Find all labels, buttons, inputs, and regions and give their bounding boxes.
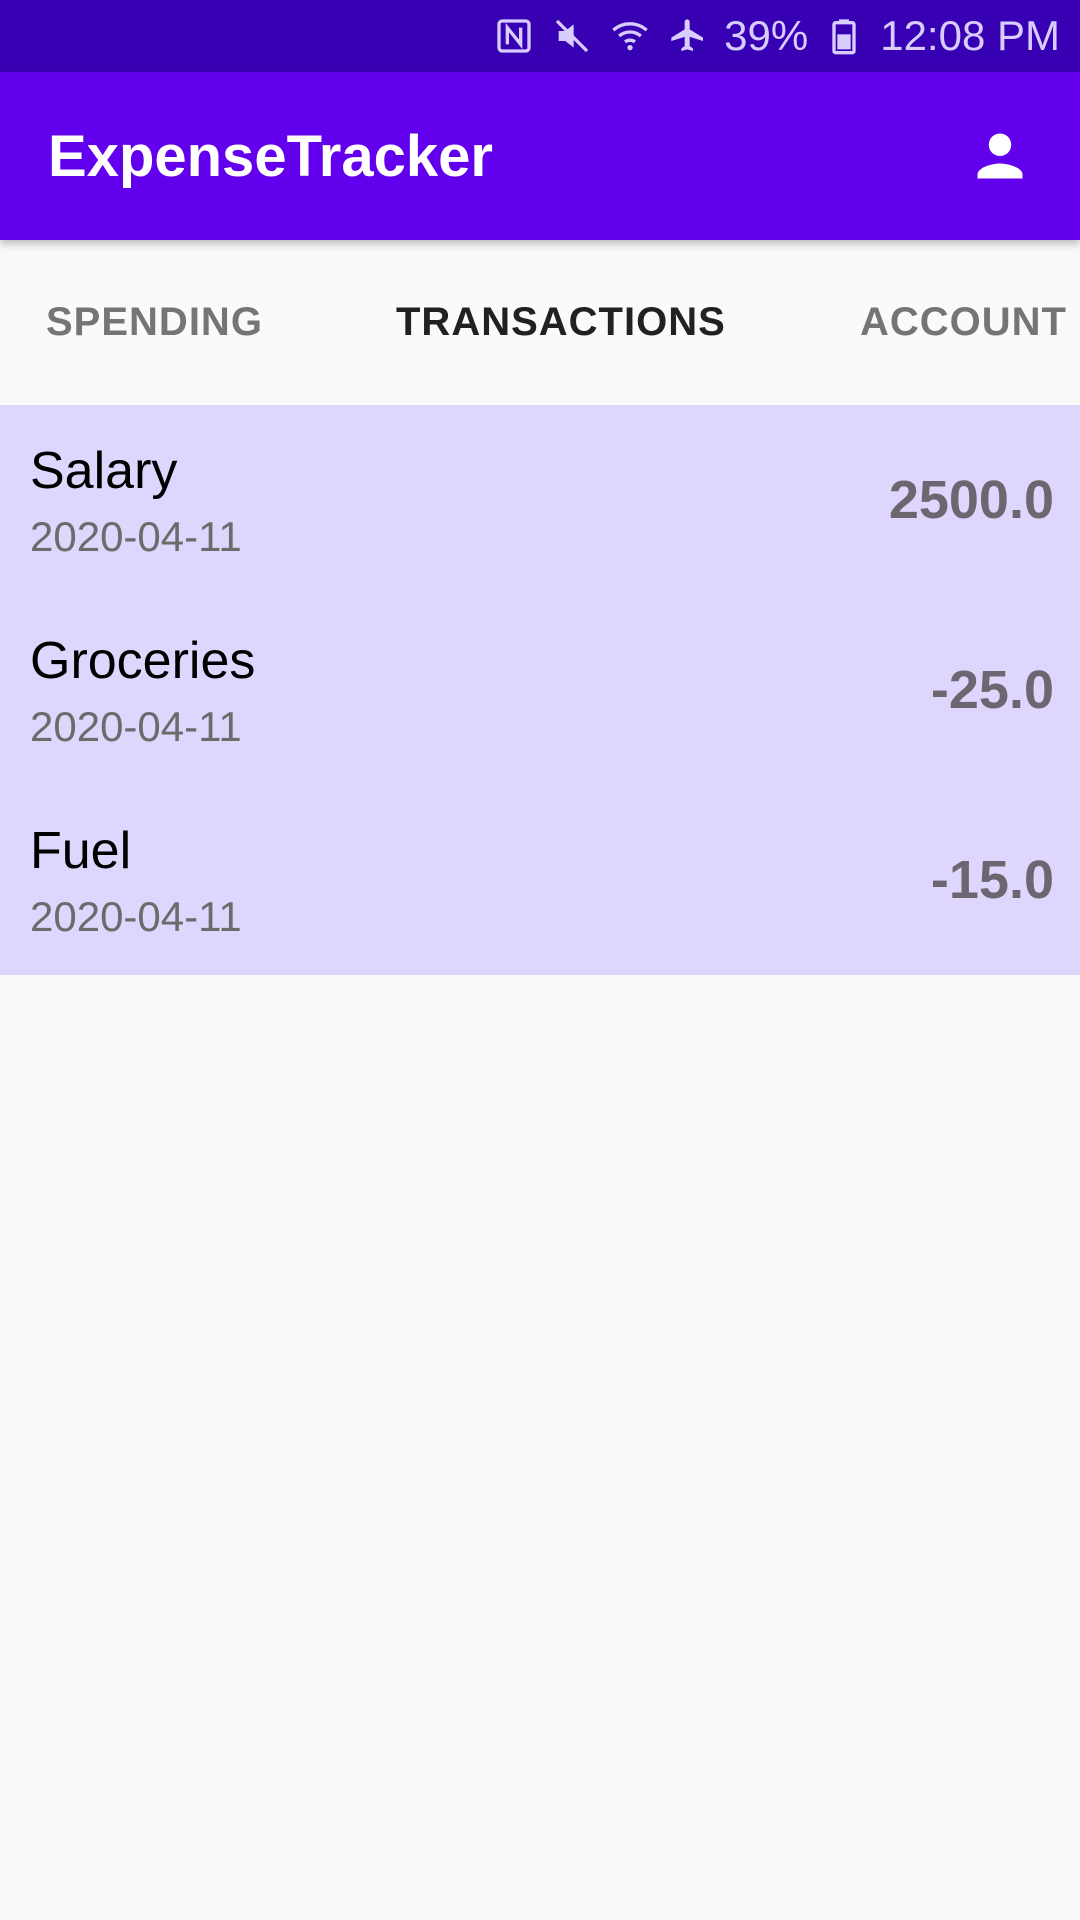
- transaction-date: 2020-04-11: [30, 703, 242, 750]
- tab-account[interactable]: ACCOUNT: [860, 240, 1067, 405]
- account-button[interactable]: [964, 120, 1036, 192]
- mute-icon: [550, 14, 594, 58]
- transaction-amount: -15.0: [930, 850, 1054, 910]
- wifi-icon: [608, 14, 652, 58]
- transaction-date: 2020-04-11: [30, 893, 242, 940]
- transaction-name: Groceries: [30, 632, 256, 690]
- transaction-name: Salary: [30, 442, 178, 500]
- transaction-item-salary[interactable]: Salary 2020-04-11 2500.0: [0, 405, 1080, 595]
- transaction-amount: 2500.0: [888, 470, 1054, 530]
- tab-transactions[interactable]: TRANSACTIONS: [396, 240, 726, 405]
- tab-bar: SPENDING TRANSACTIONS ACCOUNT: [0, 240, 1080, 405]
- app-bar: ExpenseTracker: [0, 72, 1080, 240]
- transaction-item-fuel[interactable]: Fuel 2020-04-11 -15.0: [0, 785, 1080, 975]
- app-title: ExpenseTracker: [48, 123, 493, 189]
- transaction-item-groceries[interactable]: Groceries 2020-04-11 -25.0: [0, 595, 1080, 785]
- person-icon: [977, 133, 1023, 179]
- status-icons: 39% 12:08 PM: [492, 12, 1060, 60]
- airplane-icon: [666, 14, 710, 58]
- battery-percent: 39%: [724, 12, 809, 59]
- tab-spending[interactable]: SPENDING: [46, 240, 263, 405]
- transaction-date: 2020-04-11: [30, 513, 242, 560]
- clock: 12:08 PM: [880, 12, 1060, 59]
- transaction-list: Salary 2020-04-11 2500.0 Groceries 2020-…: [0, 405, 1080, 975]
- nfc-icon: [492, 14, 536, 58]
- battery-icon: [822, 14, 866, 58]
- transaction-amount: -25.0: [930, 660, 1054, 720]
- transaction-name: Fuel: [30, 822, 132, 880]
- status-bar: 39% 12:08 PM: [0, 0, 1080, 72]
